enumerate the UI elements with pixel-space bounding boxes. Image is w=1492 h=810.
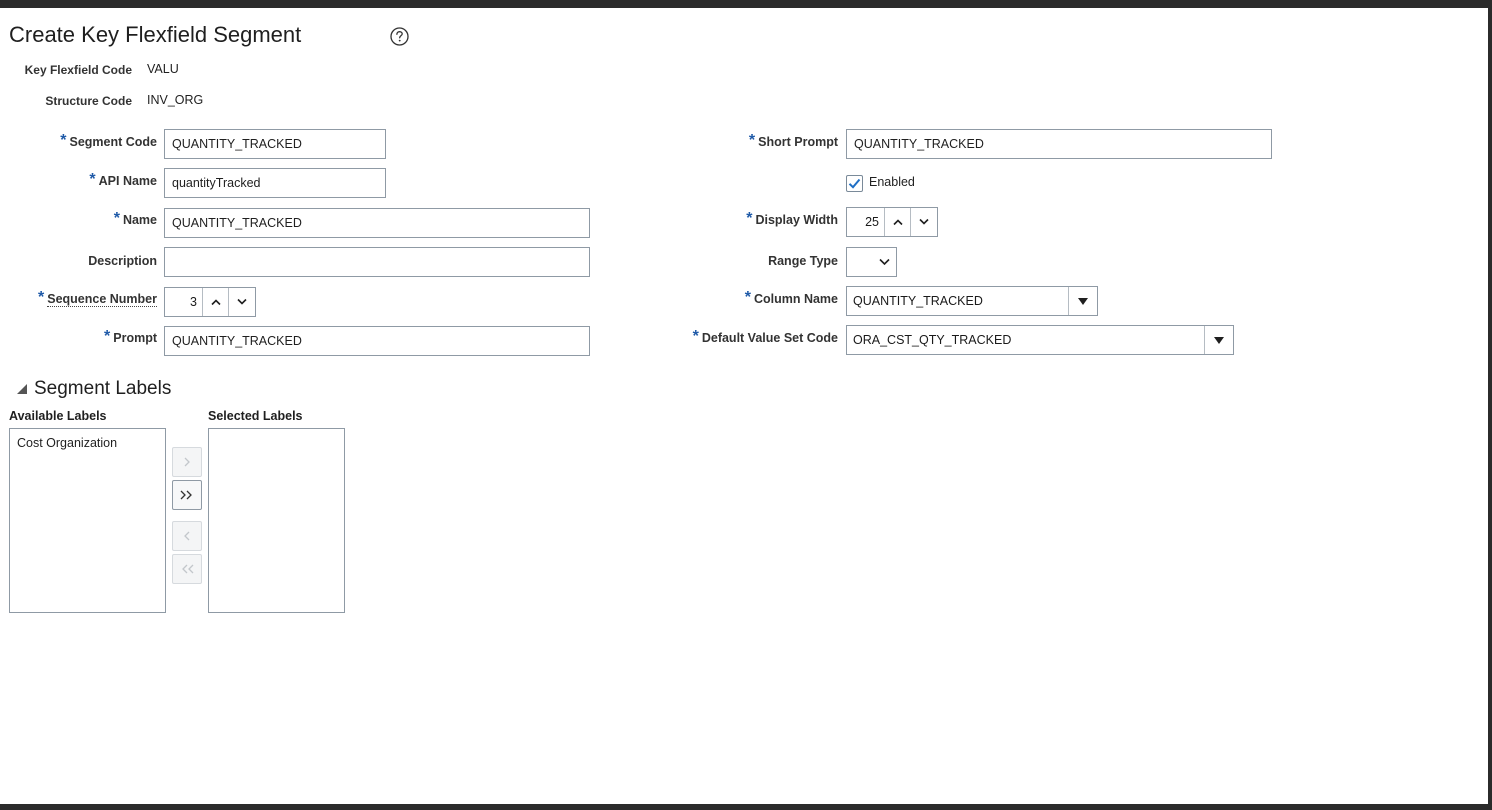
default-value-set-code-value[interactable]: ORA_CST_QTY_TRACKED <box>847 326 1204 354</box>
move-all-button[interactable] <box>172 480 202 510</box>
selected-labels-list[interactable] <box>208 428 345 613</box>
chevron-up-icon <box>892 219 903 226</box>
remove-button[interactable] <box>172 521 202 551</box>
help-icon[interactable] <box>389 26 410 47</box>
bottom-frame-bar <box>0 804 1492 810</box>
chevron-down-icon <box>919 218 929 225</box>
structure-code-value: INV_ORG <box>147 93 204 107</box>
required-star: * <box>113 210 120 227</box>
key-flexfield-code-label: Key Flexfield Code <box>24 63 132 77</box>
prompt-label: * Prompt <box>104 328 157 346</box>
decrement-button[interactable] <box>229 288 255 316</box>
segment-code-label: * Segment Code <box>60 132 157 150</box>
double-chevron-left-icon <box>182 564 194 574</box>
triangle-down-icon <box>17 384 27 394</box>
available-labels-header: Available Labels <box>9 409 107 423</box>
selected-labels-header: Selected Labels <box>208 409 303 423</box>
increment-button[interactable] <box>203 288 229 316</box>
increment-button[interactable] <box>885 208 911 236</box>
available-labels-list[interactable]: Cost Organization <box>9 428 166 613</box>
sequence-number-label: * Sequence Number <box>38 289 157 307</box>
required-star: * <box>692 328 699 345</box>
range-type-select[interactable] <box>846 247 897 277</box>
name-label: * Name <box>113 210 157 228</box>
range-type-label: Range Type <box>768 254 838 268</box>
decrement-button[interactable] <box>911 208 937 236</box>
description-label: Description <box>88 254 157 268</box>
chevron-down-icon <box>237 298 247 305</box>
chevron-up-icon <box>210 299 221 306</box>
sequence-number-stepper[interactable]: 3 <box>164 287 256 317</box>
segment-labels-section-header[interactable]: Segment Labels <box>16 378 171 400</box>
required-star: * <box>104 328 111 345</box>
description-input[interactable] <box>164 247 590 277</box>
prompt-input[interactable]: QUANTITY_TRACKED <box>164 326 590 356</box>
required-star: * <box>38 289 45 306</box>
required-star: * <box>744 289 751 306</box>
move-button[interactable] <box>172 447 202 477</box>
default-value-set-code-combobox[interactable]: ORA_CST_QTY_TRACKED <box>846 325 1234 355</box>
short-prompt-label: * Short Prompt <box>748 132 838 150</box>
segment-labels-title: Segment Labels <box>34 378 172 399</box>
page-title: Create Key Flexfield Segment <box>9 22 302 47</box>
api-name-label: * API Name <box>89 171 157 189</box>
api-name-input[interactable]: quantityTracked <box>164 168 386 198</box>
default-value-set-dropdown-button[interactable] <box>1204 326 1233 354</box>
right-frame-edge <box>1488 0 1492 810</box>
structure-code-label: Structure Code <box>45 94 132 108</box>
column-name-dropdown-button[interactable] <box>1068 287 1097 315</box>
default-value-set-code-label: * Default Value Set Code <box>692 328 838 346</box>
chevron-down-icon <box>879 258 890 266</box>
sequence-number-value[interactable]: 3 <box>165 288 203 316</box>
required-star: * <box>60 132 67 149</box>
caret-down-icon <box>1078 297 1088 305</box>
checkmark-icon <box>848 178 861 189</box>
segment-code-input[interactable]: QUANTITY_TRACKED <box>164 129 386 159</box>
list-item[interactable]: Cost Organization <box>10 429 165 450</box>
required-star: * <box>746 210 753 227</box>
required-star: * <box>748 132 756 149</box>
chevron-left-icon <box>184 531 190 541</box>
key-flexfield-code-value: VALU <box>147 62 179 76</box>
display-width-label: * Display Width <box>746 210 838 228</box>
column-name-combobox[interactable]: QUANTITY_TRACKED <box>846 286 1098 316</box>
display-width-stepper[interactable]: 25 <box>846 207 938 237</box>
caret-down-icon <box>1214 336 1224 344</box>
short-prompt-input[interactable]: QUANTITY_TRACKED <box>846 129 1272 159</box>
remove-all-button[interactable] <box>172 554 202 584</box>
enabled-checkbox[interactable] <box>846 175 863 192</box>
double-chevron-right-icon <box>180 490 192 500</box>
display-width-value[interactable]: 25 <box>847 208 885 236</box>
name-input[interactable]: QUANTITY_TRACKED <box>164 208 590 238</box>
column-name-label: * Column Name <box>744 289 838 307</box>
top-frame-bar <box>0 0 1492 8</box>
column-name-value[interactable]: QUANTITY_TRACKED <box>847 287 1068 315</box>
required-star: * <box>89 171 96 188</box>
enabled-label[interactable]: Enabled <box>869 175 915 189</box>
chevron-right-icon <box>184 457 190 467</box>
